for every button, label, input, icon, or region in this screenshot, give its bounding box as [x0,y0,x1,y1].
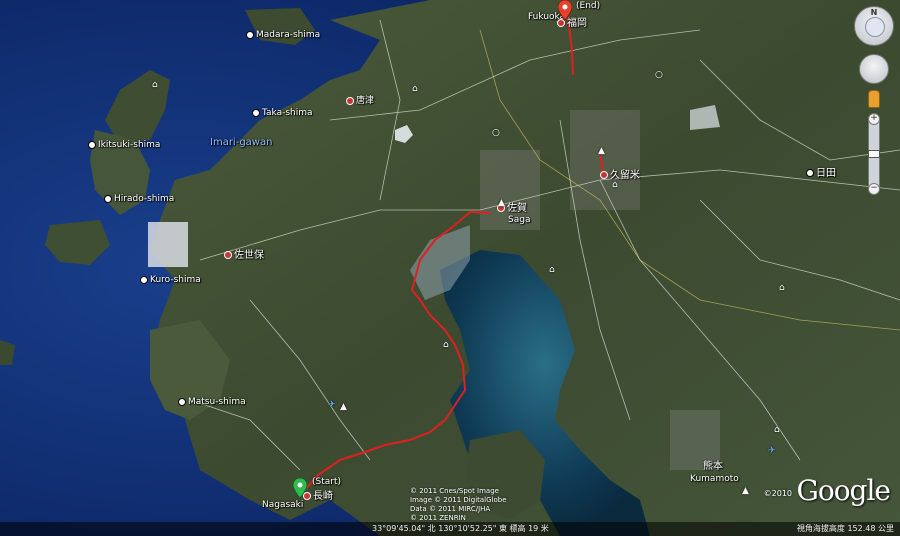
label-text: Kuro-shima [150,275,201,285]
label-text: 佐世保 [234,250,264,261]
landmark-icon[interactable]: ○ [492,128,500,138]
city-dot [224,251,232,259]
north-indicator: N [870,8,878,17]
label-matsu-shima: Matsu-shima [178,397,246,408]
label-text: Madara-shima [256,30,321,40]
label-taka-shima: Taka-shima [252,108,313,119]
look-control[interactable]: N [854,6,894,46]
label-hirado-shima: Hirado-shima [104,194,174,205]
attribution: © 2011 Cnes/Spot Image Image © 2011 Digi… [410,487,507,523]
museum-icon[interactable]: ⌂ [612,180,618,190]
zoom-in-button[interactable]: + [868,113,880,125]
pegman-icon[interactable] [868,90,880,108]
look-arrows-icon[interactable] [865,17,885,37]
place-dot [140,275,148,284]
label-nagasaki-en: Nagasaki [262,500,304,510]
label-start: (Start) [312,477,342,487]
label-saga-en: Saga [508,215,531,225]
move-control[interactable] [859,54,889,84]
landmark-icon[interactable]: ○ [655,70,663,80]
city-dot [346,96,354,105]
label-text: 長崎 [313,491,333,502]
zoom-out-button[interactable]: − [868,183,880,195]
label-text: Matsu-shima [188,397,246,407]
airport-icon[interactable]: ✈ [328,400,336,410]
museum-icon[interactable]: ⌂ [443,340,449,350]
label-text: Ikitsuki-shima [98,140,161,150]
museum-icon[interactable]: ⌂ [412,84,418,94]
label-sasebo: 佐世保 [224,250,264,261]
map-view[interactable]: Madara-shima 唐津 Taka-shima Imari-gawan I… [0,0,900,536]
satellite-imagery [0,0,900,536]
museum-icon[interactable]: ⌂ [152,80,158,90]
label-kumamoto: 熊本 [703,461,723,472]
label-madara-shima: Madara-shima [246,30,320,41]
google-logo: Google [796,474,891,507]
place-dot [88,140,96,149]
photo-icon[interactable]: ▲ [742,486,749,496]
label-karatsu: 唐津 [346,96,374,107]
label-kurume: 久留米 [600,170,640,181]
label-kuro-shima: Kuro-shima [140,275,201,286]
zoom-thumb[interactable] [868,150,880,158]
label-ikitsuki-shima: Ikitsuki-shima [88,140,160,151]
city-dot [557,19,565,27]
label-imari-gawan: Imari-gawan [210,137,273,148]
photo-icon[interactable]: ▲ [340,402,347,412]
place-dot [104,194,112,203]
attribution-line: Image © 2011 DigitalGlobe [410,496,507,504]
label-text: 佐賀 [507,203,527,214]
label-hita: 日田 [806,168,836,179]
place-dot [246,30,254,39]
place-dot [178,397,186,406]
airport-icon[interactable]: ✈ [768,446,776,456]
cursor-coordinates: 33°09'45.04" 北 130°10'52.25" 東 標高 19 米 [372,524,549,533]
eye-altitude: 視角海拔高度 152.48 公里 [796,524,894,533]
attribution-line: © 2011 Cnes/Spot Image [410,487,499,495]
place-dot [252,108,260,117]
end-pin-icon[interactable] [558,0,572,20]
status-bar: 33°09'45.04" 北 130°10'52.25" 東 標高 19 米 視… [0,522,900,536]
label-text: 日田 [816,168,836,179]
copyright-year: ©2010 [763,489,792,498]
place-dot [806,169,814,177]
start-pin-icon[interactable] [293,478,307,498]
attribution-line: Data © 2011 MIRC/JHA [410,505,491,513]
zoom-slider[interactable]: + − [868,113,880,195]
museum-icon[interactable]: ⌂ [779,283,785,293]
museum-icon[interactable]: ⌂ [549,265,555,275]
label-text: Hirado-shima [114,194,175,204]
label-nagasaki: 長崎 [303,491,333,502]
photo-icon[interactable]: ▲ [598,146,605,156]
city-dot [600,171,608,179]
label-end: (End) [576,1,601,11]
label-kumamoto-en: Kumamoto [690,474,739,484]
navigation-controls[interactable]: N + − [854,6,894,195]
museum-icon[interactable]: ⌂ [774,425,780,435]
label-text: 唐津 [356,96,375,106]
photo-icon[interactable]: ▲ [498,198,505,208]
label-text: Taka-shima [262,108,313,118]
